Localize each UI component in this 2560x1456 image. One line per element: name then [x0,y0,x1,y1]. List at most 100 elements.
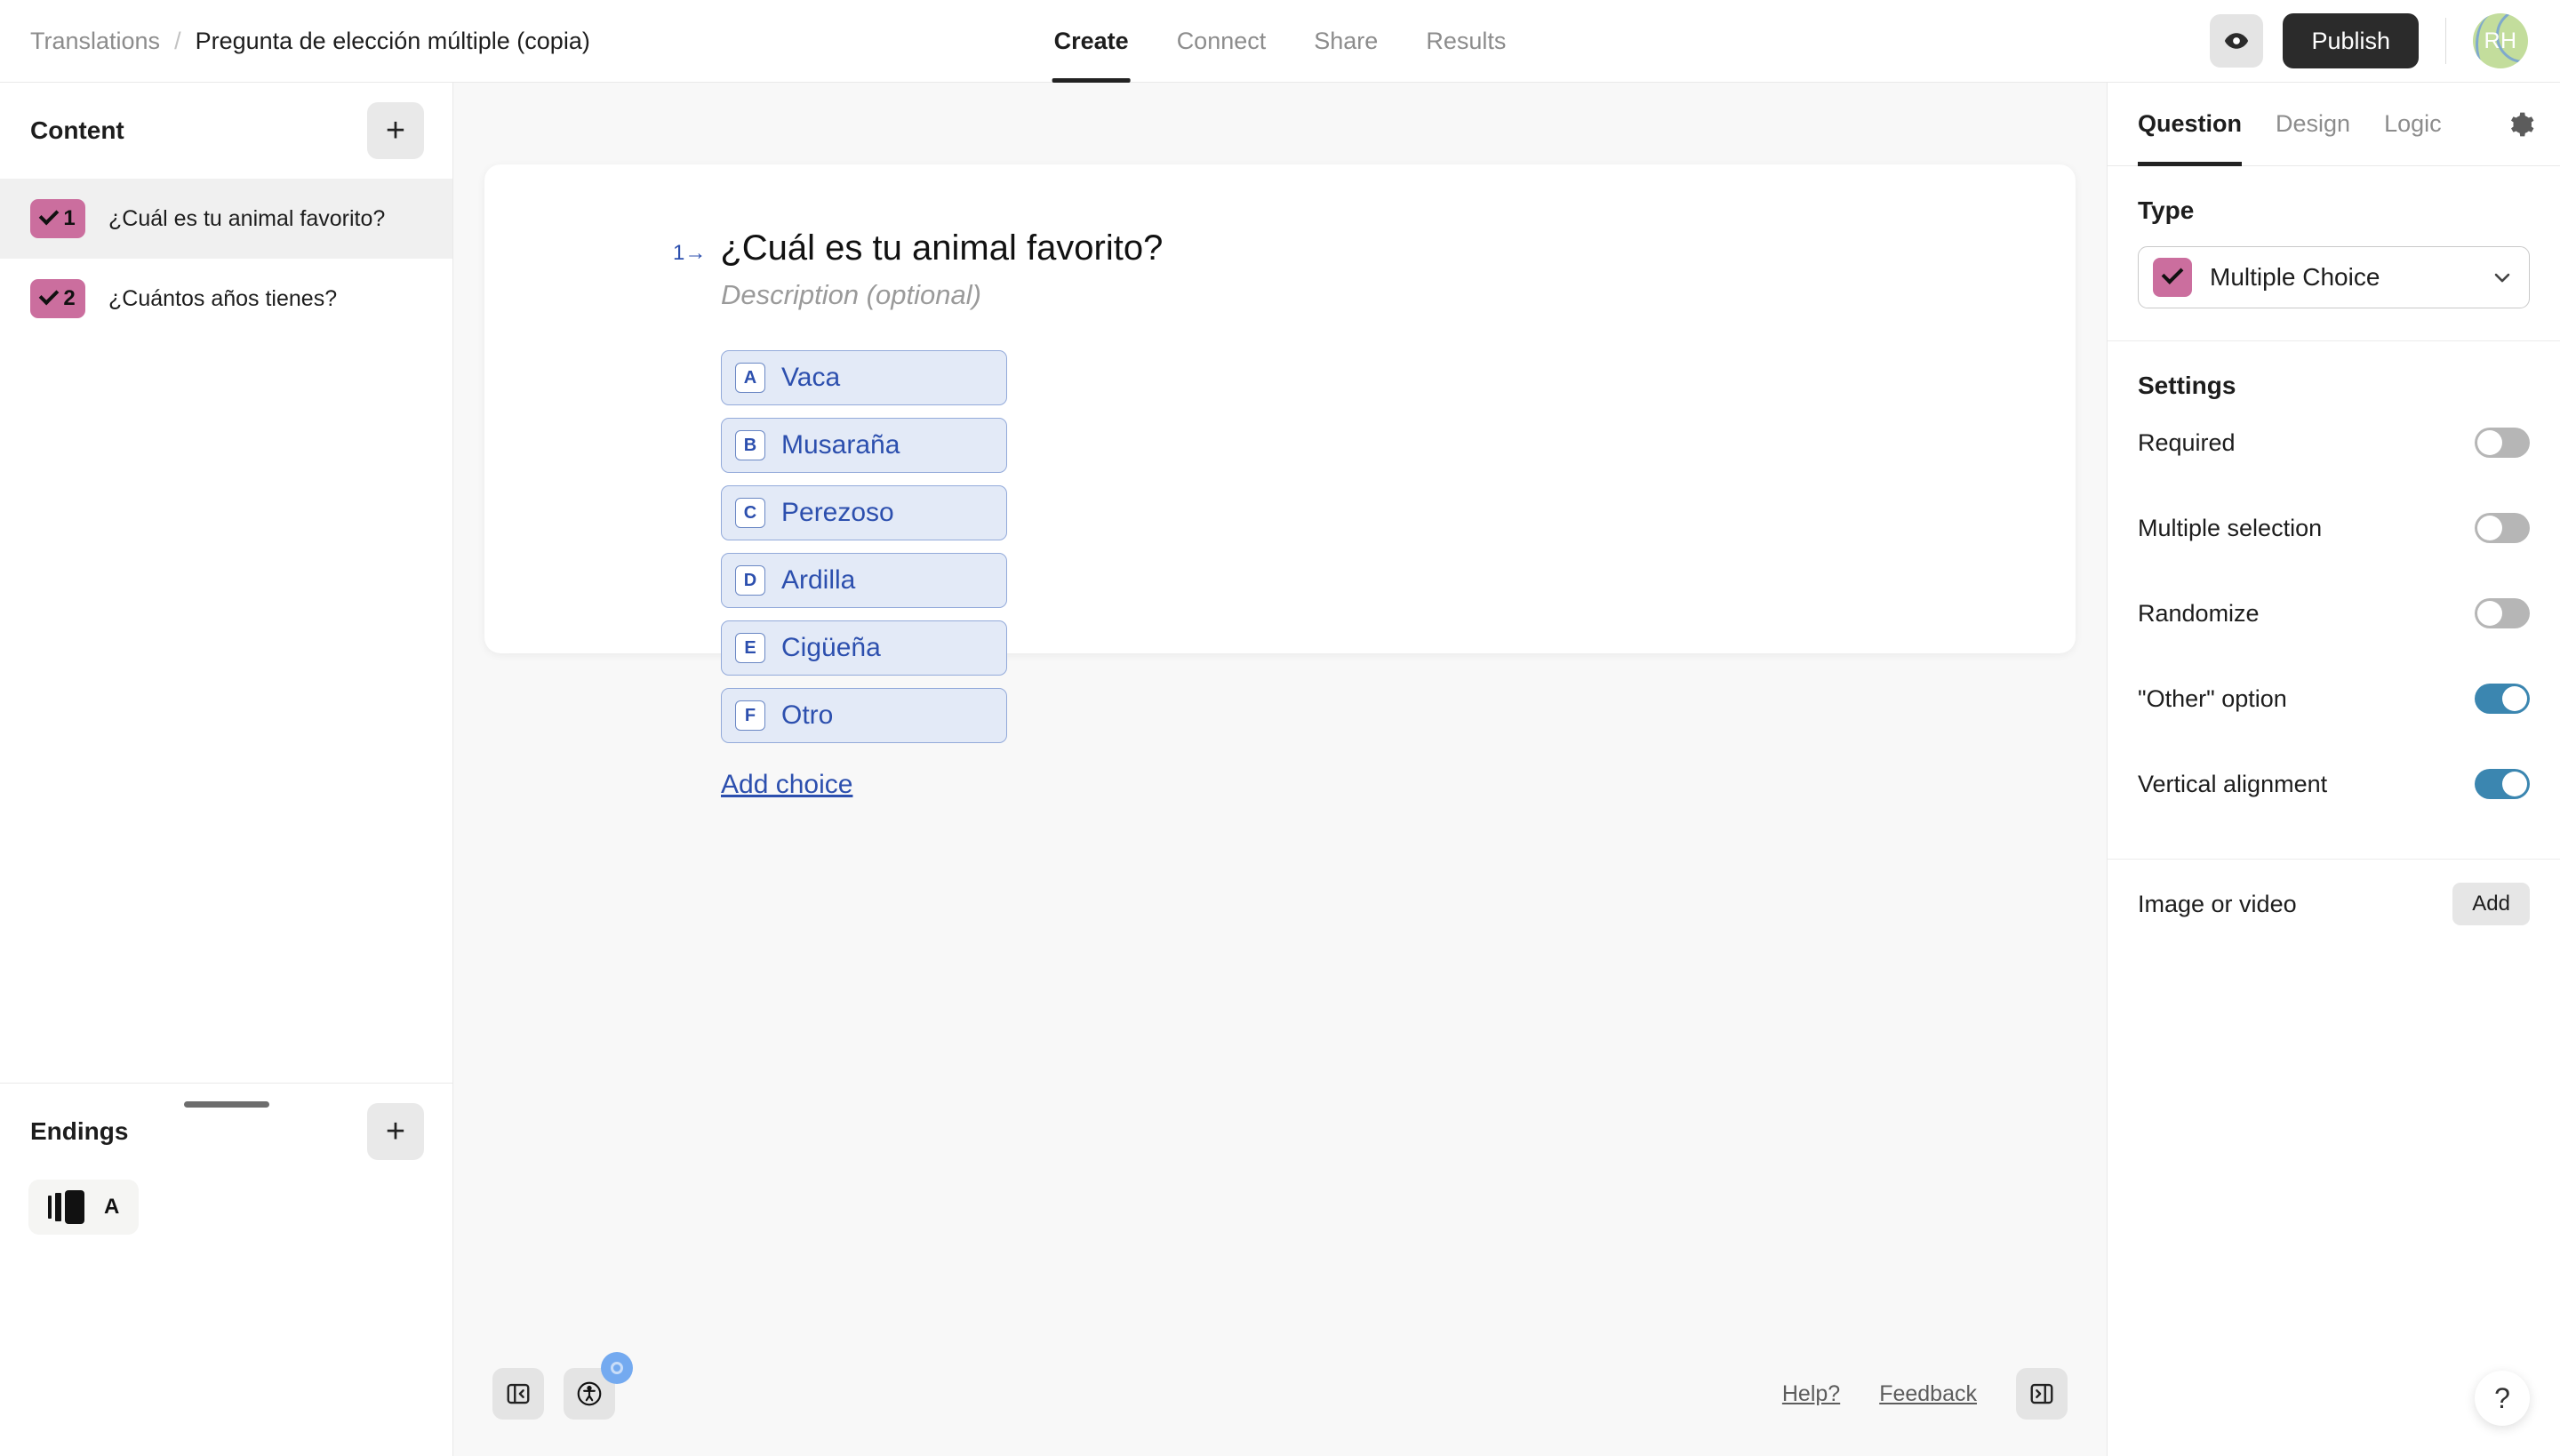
endings-section: Endings + A [0,1083,452,1456]
canvas-scroll: 1→ ¿Cuál es tu animal favorito? Descript… [453,83,2107,1332]
app-body: Content + 1 ¿Cuál es tu animal favorito?… [0,83,2560,1456]
tab-create[interactable]: Create [1052,0,1131,83]
required-toggle[interactable] [2475,428,2530,458]
sidebar-item-label: ¿Cuál es tu animal favorito? [108,205,386,231]
main-nav-tabs: Create Connect Share Results [1052,0,1508,83]
help-link[interactable]: Help? [1782,1381,1840,1407]
add-media-button[interactable]: Add [2452,883,2530,925]
sidebar-item-question-2[interactable]: 2 ¿Cuántos años tienes? [0,259,452,339]
breadcrumb: Translations / Pregunta de elección múlt… [0,28,590,55]
type-section: Type Multiple Choice [2108,166,2560,308]
footer-right-controls: Help? Feedback [1782,1368,2068,1420]
preview-button[interactable] [2210,14,2264,68]
choice-key-badge: A [735,363,765,393]
help-fab-button[interactable]: ? [2475,1371,2530,1426]
choice-label[interactable]: Musaraña [781,430,900,460]
vertical-alignment-toggle[interactable] [2475,769,2530,799]
description-input[interactable]: Description (optional) [484,279,2076,311]
collapse-left-panel-button[interactable] [492,1368,544,1420]
choice-option-c[interactable]: C Perezoso [721,485,1007,540]
accessibility-icon [577,1381,602,1406]
question-title-input[interactable]: ¿Cuál es tu animal favorito? [720,228,1163,268]
other-option-toggle[interactable] [2475,684,2530,714]
ending-letter: A [104,1195,120,1219]
add-ending-button[interactable]: + [367,1103,424,1160]
add-choice-button[interactable]: Add choice [721,770,852,800]
sidebar-resize-handle[interactable] [183,1101,269,1108]
accessibility-button[interactable] [564,1352,633,1420]
tab-logic[interactable]: Logic [2384,83,2442,166]
randomize-toggle[interactable] [2475,598,2530,628]
question-card: 1→ ¿Cuál es tu animal favorito? Descript… [484,164,2076,799]
setting-label: "Other" option [2138,684,2287,712]
media-label: Image or video [2138,890,2297,917]
content-title: Content [30,116,124,144]
settings-title: Settings [2138,372,2236,399]
choice-label[interactable]: Ardilla [781,565,855,596]
choice-key-badge: D [735,565,765,596]
choice-label[interactable]: Perezoso [781,498,894,528]
setting-other-option: "Other" option [2108,656,2560,741]
header-divider [2445,18,2446,64]
choice-option-f[interactable]: F Otro [721,688,1007,743]
breadcrumb-separator: / [174,27,181,54]
breadcrumb-parent[interactable]: Translations [30,28,160,55]
add-content-button[interactable]: + [367,102,424,159]
question-number: 2 [63,286,76,310]
tab-connect[interactable]: Connect [1175,0,1268,83]
multiple-choice-icon [2153,258,2192,297]
check-icon [40,213,58,224]
choice-label[interactable]: Vaca [781,363,840,393]
header-actions: Publish RH [2210,13,2560,68]
publish-button[interactable]: Publish [2283,13,2419,68]
choice-label[interactable]: Cigüeña [781,633,881,663]
setting-randomize: Randomize [2108,571,2560,656]
tab-question[interactable]: Question [2138,83,2243,166]
setting-label: Randomize [2138,599,2260,627]
collapse-right-panel-button[interactable] [2016,1368,2068,1420]
footer-left-controls [492,1352,633,1420]
tab-design[interactable]: Design [2276,83,2350,166]
type-title: Type [2138,196,2195,224]
choice-list: A Vaca B Musaraña C Perezoso D Ardilla E… [484,350,2076,743]
choice-option-b[interactable]: B Musaraña [721,418,1007,473]
setting-label: Required [2138,428,2236,456]
setting-label: Multiple selection [2138,514,2323,541]
question-type-select[interactable]: Multiple Choice [2138,246,2530,308]
accessibility-badge [601,1352,633,1384]
choice-option-e[interactable]: E Cigüeña [721,620,1007,676]
page-title[interactable]: Pregunta de elección múltiple (copia) [196,28,590,55]
tab-share[interactable]: Share [1312,0,1380,83]
setting-multiple-selection: Multiple selection [2108,485,2560,571]
endings-title: Endings [30,1117,129,1145]
gear-icon [2511,112,2534,136]
choice-option-d[interactable]: D Ardilla [721,553,1007,608]
question-header: 1→ ¿Cuál es tu animal favorito? [484,228,2076,268]
top-header: Translations / Pregunta de elección múlt… [0,0,2560,83]
type-value: Multiple Choice [2210,263,2380,291]
avatar[interactable]: RH [2473,13,2528,68]
eye-icon [2225,33,2249,49]
choice-label[interactable]: Otro [781,700,833,731]
multiple-selection-toggle[interactable] [2475,513,2530,543]
sidebar-item-question-1[interactable]: 1 ¿Cuál es tu animal favorito? [0,179,452,259]
feedback-link[interactable]: Feedback [1879,1381,1977,1407]
app-root: Translations / Pregunta de elección múlt… [0,0,2560,1456]
settings-gear-button[interactable] [2507,110,2535,139]
question-number: 1 [63,206,76,230]
avatar-initials: RH [2484,28,2517,53]
tab-results[interactable]: Results [1424,0,1508,83]
right-panel-tabs: Question Design Logic [2108,83,2560,166]
settings-header: Settings [2108,341,2560,400]
choice-option-a[interactable]: A Vaca [721,350,1007,405]
setting-vertical-alignment: Vertical alignment [2108,741,2560,827]
question-index-indicator: 1→ [673,241,707,265]
choice-key-badge: B [735,430,765,460]
question-badge: 2 [30,279,85,318]
content-panel-header: Content + [0,83,452,179]
choice-key-badge: F [735,700,765,731]
left-sidebar: Content + 1 ¿Cuál es tu animal favorito?… [0,83,453,1456]
ending-item-a[interactable]: A [28,1180,140,1235]
question-list: 1 ¿Cuál es tu animal favorito? 2 ¿Cuánto… [0,179,452,1083]
setting-required: Required [2108,400,2560,485]
